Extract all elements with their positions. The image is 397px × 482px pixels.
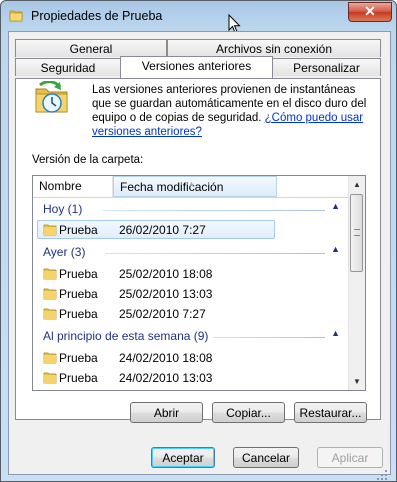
column-header-name[interactable]: Nombre: [33, 176, 113, 197]
tab-security[interactable]: Seguridad: [15, 58, 121, 76]
scroll-grip: [354, 229, 360, 236]
cancel-button[interactable]: Cancelar: [233, 447, 299, 468]
group-header-this-week[interactable]: Al principio de esta semana (9) ▲: [33, 328, 349, 346]
list-item[interactable]: Prueba 24/02/2010 13:03: [33, 368, 349, 388]
folder-icon: [43, 372, 57, 384]
item-name: Prueba: [59, 351, 98, 365]
group-label: Ayer (3): [43, 245, 86, 259]
list-item[interactable]: Prueba 24/02/2010 18:08: [33, 348, 349, 368]
close-button[interactable]: ✕: [348, 2, 392, 22]
vertical-scrollbar[interactable]: ▲ ▼: [348, 176, 365, 390]
info-description: Las versiones anteriores provienen de in…: [92, 83, 372, 139]
tab-offline-files[interactable]: Archivos sin conexión: [167, 39, 381, 57]
group-divider: [105, 253, 325, 254]
window-title: Propiedades de Prueba: [31, 9, 163, 23]
item-date: 24/02/2010 13:03: [119, 371, 213, 385]
properties-window: Propiedades de Prueba ✕ General Archivos…: [0, 0, 397, 482]
folder-icon: [43, 288, 57, 300]
folder-icon: [9, 10, 23, 22]
group-divider: [213, 337, 325, 338]
ok-button[interactable]: Aceptar: [151, 447, 215, 468]
apply-button[interactable]: Aplicar: [317, 447, 383, 468]
scroll-thumb[interactable]: [350, 194, 363, 272]
scroll-up-icon[interactable]: ▲: [349, 176, 365, 193]
list-item[interactable]: Prueba 25/02/2010 13:03: [33, 284, 349, 304]
dialog-client-area: General Archivos sin conexión Seguridad …: [8, 31, 391, 475]
collapse-chevron-icon[interactable]: ▲: [331, 244, 340, 254]
folder-icon: [43, 224, 57, 236]
resize-grip-icon[interactable]: [376, 469, 388, 481]
item-name: Prueba: [59, 287, 98, 301]
item-date: 25/02/2010 7:27: [119, 307, 206, 321]
group-divider: [103, 210, 325, 211]
item-name: Prueba: [59, 267, 98, 281]
item-date: 26/02/2010 7:27: [119, 223, 206, 237]
restore-button[interactable]: Restaurar...: [294, 402, 367, 423]
group-label: Al principio de esta semana (9): [43, 329, 209, 343]
group-label: Hoy (1): [43, 202, 83, 216]
folder-icon: [43, 352, 57, 364]
tab-customize[interactable]: Personalizar: [272, 58, 381, 76]
item-name: Prueba: [59, 307, 98, 321]
item-date: 24/02/2010 18:08: [119, 351, 213, 365]
column-header-date-modified[interactable]: ▲ Fecha modificación: [113, 176, 277, 197]
versions-list[interactable]: Nombre ▲ Fecha modificación Hoy (1) ▲ Pr…: [32, 175, 366, 391]
list-item[interactable]: Prueba 26/02/2010 7:27: [33, 220, 349, 240]
tab-previous-versions[interactable]: Versiones anteriores: [120, 56, 273, 78]
list-item[interactable]: Prueba 25/02/2010 18:08: [33, 264, 349, 284]
list-header: Nombre ▲ Fecha modificación: [33, 176, 349, 198]
group-header-yesterday[interactable]: Ayer (3) ▲: [33, 244, 349, 262]
title-bar[interactable]: Propiedades de Prueba ✕: [1, 1, 396, 34]
collapse-chevron-icon[interactable]: ▲: [331, 328, 340, 338]
item-name: Prueba: [59, 223, 98, 237]
item-date: 25/02/2010 18:08: [119, 267, 213, 281]
sort-arrow-icon: ▲: [188, 181, 195, 188]
item-date: 25/02/2010 13:03: [119, 287, 213, 301]
group-header-today[interactable]: Hoy (1) ▲: [33, 201, 349, 219]
list-item[interactable]: Prueba 25/02/2010 7:27: [33, 304, 349, 324]
tab-general[interactable]: General: [15, 39, 167, 57]
column-header-date-label: Fecha modificación: [120, 180, 224, 194]
previous-versions-panel: Las versiones anteriores provienen de in…: [15, 78, 381, 423]
folder-version-label: Versión de la carpeta:: [32, 154, 144, 166]
previous-versions-icon: [35, 81, 68, 113]
folder-icon: [43, 308, 57, 320]
open-button[interactable]: Abrir: [130, 402, 203, 423]
folder-icon: [43, 268, 57, 280]
scroll-down-icon[interactable]: ▼: [349, 373, 365, 390]
copy-button[interactable]: Copiar...: [212, 402, 285, 423]
item-name: Prueba: [59, 371, 98, 385]
collapse-chevron-icon[interactable]: ▲: [331, 201, 340, 211]
